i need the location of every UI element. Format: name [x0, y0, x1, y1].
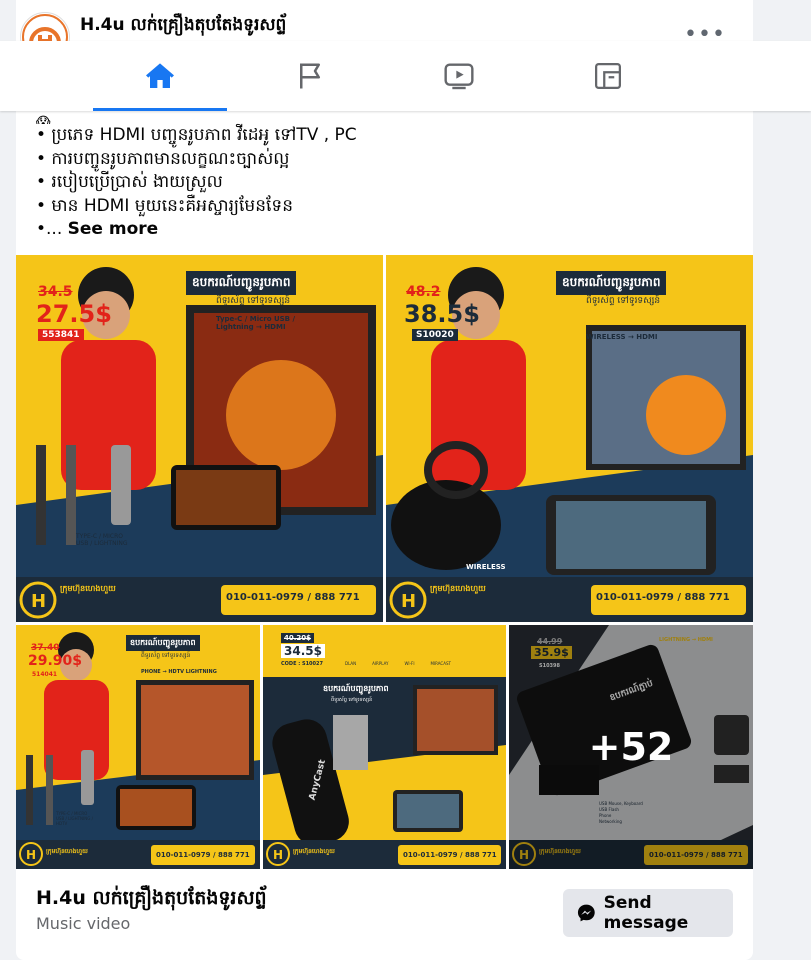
ad-subheadline: ពីទូរស័ព្ទ ទៅទូរទស្សន៍: [331, 697, 373, 703]
footer-page-name[interactable]: H.4u លក់គ្រឿងតុបតែងទូរសព្ទ័: [36, 886, 267, 914]
old-price: 40.20$: [281, 633, 315, 643]
post-line-5: •... See more: [36, 218, 357, 242]
adapter-types: PHONE → HDTV LIGHTNING: [141, 669, 217, 675]
send-message-button[interactable]: Send message: [563, 889, 733, 937]
shop-label: ក្រុមហ៊ុនហេងហួយ: [46, 848, 88, 855]
page-category: Music video: [36, 914, 131, 933]
old-price: 48.2: [406, 284, 441, 300]
shop-label: ក្រុមហ៊ុនហេងហួយ: [430, 584, 486, 593]
price: 34.5$: [281, 644, 325, 658]
tab-watch[interactable]: [392, 41, 526, 111]
phone-number: 010-011-0979 / 888 771: [156, 851, 250, 859]
price: 38.5$: [404, 300, 480, 328]
feature-miracast: MIRACAST: [430, 661, 451, 666]
ad-headline: ឧបករណ៍បញ្ជូនរូបភាព: [556, 271, 667, 295]
post-line-2: • ការបញ្ចូនរូបភាពមានលក្ខណះច្បាស់ល្អ: [36, 148, 290, 169]
post-line-3: • របៀបប្រើប្រាស់ ងាយស្រួល: [36, 172, 223, 192]
svg-text:H: H: [273, 848, 283, 862]
feature-airplay: AIRPLAY: [372, 661, 389, 666]
adapter-types: WIRELESS → HDMI: [586, 333, 658, 341]
port-label: TYPE-C / MICRO USB / LIGHTNING: [76, 533, 128, 547]
port-label: WIRELESS: [466, 563, 506, 571]
post-photo-3[interactable]: H 37.40 29.90$ 514041 ឧបករណ៍បញ្ជូនរូបភាព…: [16, 625, 260, 869]
shop-label: ក្រុមហ៊ុនហេងហួយ: [293, 848, 335, 855]
ad-headline: ឧបករណ៍បញ្ជូនរូបភាព: [126, 635, 200, 651]
top-navigation: [0, 41, 811, 111]
adapter-types: Type-C / Micro USB / Lightning → HDMI: [216, 315, 296, 331]
svg-text:H: H: [26, 848, 36, 862]
post-emoji: 😱: [36, 115, 51, 124]
feeds-icon: [595, 63, 621, 89]
old-price: 37.40: [31, 643, 60, 653]
home-icon: [146, 63, 174, 88]
svg-text:H: H: [31, 591, 46, 612]
messenger-icon: [577, 904, 595, 922]
phone-number: 010-011-0979 / 888 771: [596, 592, 730, 603]
post-line-4: • មាន HDMI មួយនេះគឺអស្ចារ្យមែនទែន: [36, 195, 293, 216]
shop-label: ក្រុមហ៊ុនហេងហួយ: [60, 584, 116, 593]
page-name-link[interactable]: H.4u លក់គ្រឿងតុបតែងទូរសព្ទ័: [80, 14, 286, 39]
post-photo-1[interactable]: H 34.5 27.5$ 553841 ឧបករណ៍បញ្ជូនរូបភាព ព…: [16, 255, 383, 622]
phone-number: 010-011-0979 / 888 771: [403, 851, 497, 859]
feature-dlan: DLAN: [345, 661, 357, 666]
post-photo-2[interactable]: H 48.2 38.5$ S10020 ឧបករណ៍បញ្ជូនរូបភាព ព…: [386, 255, 753, 622]
svg-text:H: H: [401, 591, 416, 612]
more-photos-count[interactable]: +52: [509, 625, 753, 869]
ad-headline: ឧបករណ៍បញ្ជូនរូបភាព: [186, 271, 297, 295]
product-code: S10020: [412, 329, 458, 341]
old-price: 34.5: [38, 284, 73, 300]
video-icon: [444, 63, 474, 90]
post-ellipsis: •...: [36, 219, 63, 239]
post-line-1: • ប្រភេទ HDMI បញ្ចូនរូបភាព វីដេអូ ទៅTV ,…: [36, 125, 357, 145]
price: 29.90$: [28, 653, 83, 669]
price: 27.5$: [36, 300, 112, 328]
tab-home[interactable]: [93, 41, 227, 111]
phone-number: 010-011-0979 / 888 771: [226, 592, 360, 603]
flag-icon: [300, 63, 320, 89]
send-message-label: Send message: [603, 893, 689, 933]
tab-feeds[interactable]: [541, 41, 675, 111]
ad-subheadline: ពីទូរស័ព្ទ ទៅទូរទស្សន៍: [141, 652, 191, 659]
ad-headline: ឧបករណ៍បញ្ជូនរូបភាព: [323, 684, 389, 693]
product-code: 514041: [32, 671, 58, 678]
post-text: 😱 • ប្រភេទ HDMI បញ្ចូនរូបភាព វីដេអូ ទៅTV…: [36, 112, 357, 242]
post-photo-4[interactable]: H 40.20$ 34.5$ CODE : S10027 DLAN AIRPLA…: [263, 625, 506, 869]
post-photo-5[interactable]: H 44.99 35.9$ S10398 ឧបករណ៍ភ្ជាប់ LIGHTN…: [509, 625, 753, 869]
product-code: CODE : S10027: [281, 661, 323, 667]
product-code: 553841: [38, 329, 84, 341]
feature-list: DLAN AIRPLAY WI-FI MIRACAST: [345, 661, 451, 666]
feature-wifi: WI-FI: [404, 661, 415, 666]
see-more-link[interactable]: See more: [68, 219, 159, 239]
tab-pages[interactable]: [243, 41, 377, 111]
port-label: TYPE-C / MICRO USB / LIGHTNING / HDTV: [56, 811, 93, 826]
ad-subheadline: ពីទូរស័ព្ទ ទៅទូរទស្សន៍: [586, 296, 661, 306]
ad-subheadline: ពីទូរស័ព្ទ ទៅទូរទស្សន៍: [216, 296, 291, 306]
